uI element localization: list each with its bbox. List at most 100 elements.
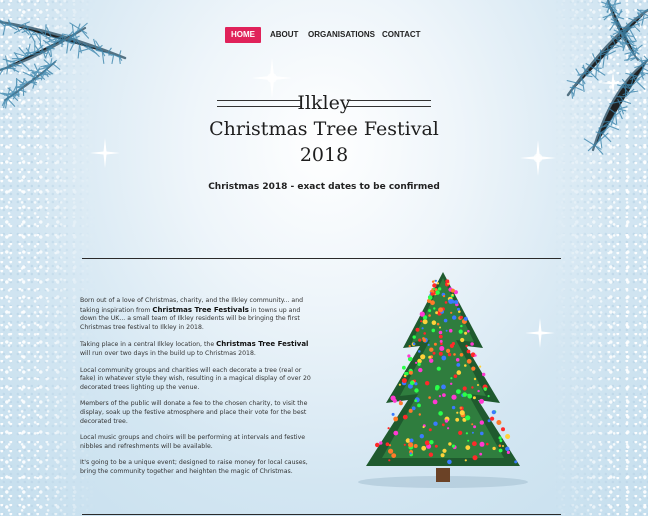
tree-light	[418, 367, 423, 373]
tree-light	[451, 342, 455, 346]
tree-light	[491, 410, 496, 415]
tree-light	[387, 427, 390, 430]
pine-needle	[66, 41, 69, 54]
tree-light	[465, 445, 471, 450]
tree-light	[379, 441, 383, 445]
tree-light	[472, 455, 478, 461]
tree-light	[445, 329, 448, 332]
tree-light	[473, 377, 477, 381]
tree-light	[498, 444, 502, 447]
tree-light	[447, 459, 452, 465]
tree-light	[465, 432, 468, 435]
tree-light	[456, 389, 461, 394]
tree-light	[424, 440, 430, 446]
divider-bottom	[82, 514, 561, 515]
intro-text: Born out of a love of Christmas, charity…	[80, 297, 318, 485]
tree-light	[437, 287, 442, 291]
tree-light	[414, 382, 418, 386]
pine-needle	[32, 32, 40, 36]
tree-light	[451, 444, 456, 448]
tree-light	[414, 388, 419, 393]
tree-light	[441, 423, 445, 427]
tree-light	[442, 393, 446, 397]
intro-p2-text-a: Taking place in a central Ilkley locatio…	[80, 341, 217, 349]
tree-light	[464, 459, 467, 462]
tree-light	[480, 431, 484, 436]
nav-organisations-link[interactable]: ORGANISATIONS	[308, 27, 375, 43]
tree-light	[479, 452, 483, 456]
tree-light	[477, 389, 480, 393]
tree-light	[393, 416, 399, 422]
tree-light	[450, 382, 453, 385]
tree-light	[496, 420, 502, 425]
tree-light	[460, 337, 465, 343]
tree-light	[415, 361, 418, 364]
tree-light	[427, 343, 430, 346]
pine-needle	[602, 133, 612, 143]
tree-light	[408, 345, 411, 348]
tree-light	[432, 351, 436, 355]
tree-light	[452, 315, 457, 320]
tree-light	[466, 349, 471, 354]
tree-light	[459, 410, 465, 416]
tree-light	[501, 427, 505, 432]
tree-light	[456, 363, 461, 367]
tree-light	[419, 434, 424, 439]
tree-light	[422, 425, 425, 429]
tree-light	[442, 295, 446, 298]
tree-light	[428, 396, 431, 399]
tree-light	[409, 380, 415, 386]
tree-light	[388, 444, 392, 447]
tree-light	[441, 384, 446, 390]
nav-about-link[interactable]: ABOUT	[270, 27, 298, 43]
tree-light	[463, 316, 468, 321]
tree-light	[407, 354, 411, 358]
tree-light	[438, 334, 443, 339]
tree-light	[479, 398, 484, 404]
tree-light	[422, 338, 427, 343]
intro-p2-text-b: will run over two days in the build up t…	[80, 349, 256, 357]
intro-paragraph-1: Born out of a love of Christmas, charity…	[80, 297, 318, 332]
tree-light	[436, 366, 441, 371]
tree-light	[390, 395, 396, 401]
sparkle-icon	[520, 140, 556, 176]
tree-light	[458, 430, 463, 435]
tree-light	[465, 344, 468, 348]
tree-light	[505, 434, 511, 439]
tree-light	[417, 362, 421, 366]
tree-light	[450, 311, 453, 314]
tree-light	[444, 301, 448, 304]
tree-light	[409, 438, 414, 443]
tree-light	[453, 374, 458, 378]
tree-light	[443, 318, 448, 323]
tree-light	[448, 298, 454, 304]
intro-p1-bold: Christmas Tree Festivals	[152, 305, 249, 314]
tree-light	[492, 446, 496, 451]
tree-light	[422, 319, 428, 325]
title-line-town: Ilkley	[200, 90, 448, 116]
pine-needle	[602, 56, 605, 69]
tree-light	[450, 288, 455, 293]
tree-light	[428, 355, 432, 359]
tree-light	[438, 351, 443, 356]
pine-needle	[111, 54, 115, 65]
nav-home-link[interactable]: HOME	[225, 27, 261, 43]
title-rule-right	[347, 100, 431, 107]
tree-light	[409, 452, 412, 455]
tree-light	[428, 452, 434, 457]
tree-light	[473, 425, 477, 429]
sparkle-icon	[90, 138, 120, 168]
tree-light	[431, 280, 435, 283]
tree-light	[388, 459, 391, 462]
tree-light	[464, 331, 468, 335]
tree-light	[425, 381, 430, 386]
tree-light	[428, 428, 432, 432]
pine-needle	[606, 52, 609, 60]
pine-needle	[622, 100, 632, 105]
tree-light	[421, 445, 427, 451]
tree-light	[427, 295, 433, 300]
pine-needle	[583, 138, 596, 147]
nav-contact-link[interactable]: CONTACT	[382, 27, 421, 43]
tree-light	[456, 411, 459, 414]
tree-light	[430, 292, 434, 296]
